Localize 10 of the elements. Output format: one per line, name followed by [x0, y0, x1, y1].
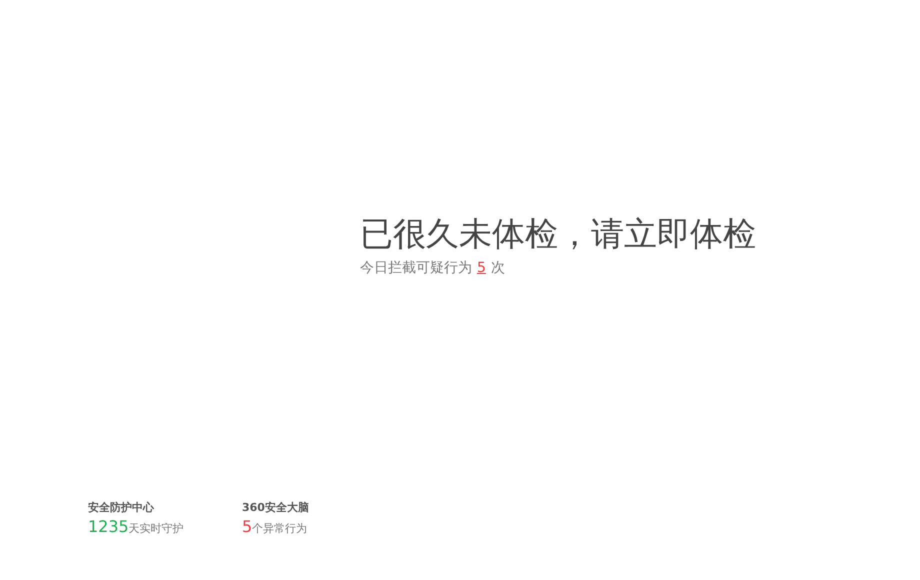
stat-title: 安全防护中心: [88, 500, 155, 516]
stat-value: 1235: [88, 516, 129, 536]
stat-unit: 天实时守护: [128, 520, 184, 536]
intercept-label: 今日拦截可疑行为: [360, 259, 472, 278]
intercept-count-link[interactable]: 5: [477, 258, 486, 279]
stat-unit: 个异常行为: [252, 520, 308, 536]
headline: 已很久未体检，请立即体检: [360, 213, 756, 255]
stat-value: 5: [242, 516, 252, 536]
stat-title: 360安全大脑: [242, 500, 310, 516]
intercept-unit: 次: [490, 259, 505, 278]
